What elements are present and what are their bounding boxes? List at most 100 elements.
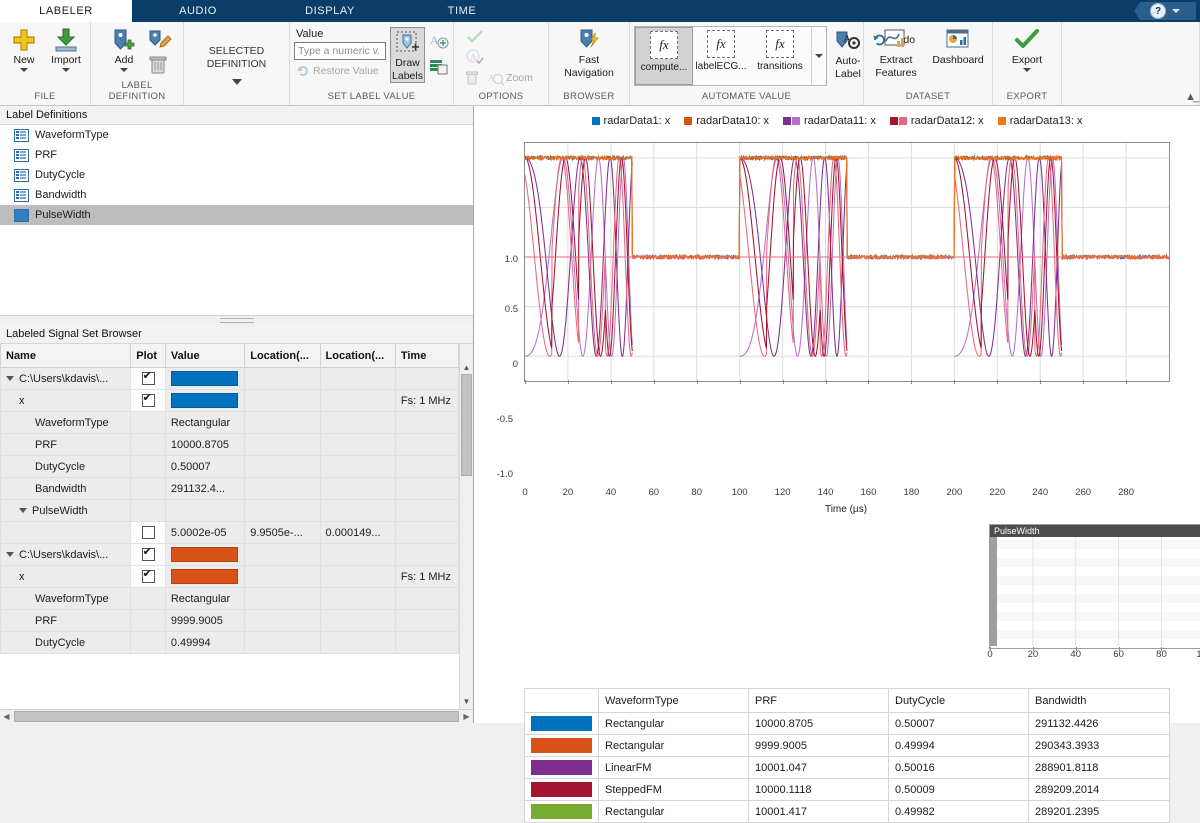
col-name[interactable]: Name [0,344,132,368]
tab-time[interactable]: TIME [396,0,528,22]
scroll-thumb[interactable] [14,711,459,722]
table-row[interactable]: PulseWidth [0,499,459,522]
delete-trash-icon[interactable] [464,70,480,86]
table-row[interactable]: WaveformType Rectangular [0,587,459,610]
browser-horizontal-scrollbar[interactable]: ◀ ▶ [0,709,473,723]
col-time[interactable]: Time [394,344,459,368]
gallery-more-button[interactable] [811,27,826,85]
import-button[interactable]: Import [46,25,86,72]
legend-item-radardata10[interactable]: radarData10: x [684,115,769,127]
plot-checkbox[interactable] [141,546,155,561]
col-plot[interactable]: Plot [130,344,166,368]
check-green-icon[interactable] [466,29,484,45]
row-plot[interactable] [130,565,166,588]
legend-item-radardata13[interactable]: radarData13: x [997,115,1082,127]
scroll-thumb[interactable] [461,374,472,476]
gallery-item-transitions[interactable]: fx transitions [749,27,811,85]
table-row[interactable]: C:\Users\kdavis\... [0,543,459,566]
svg-text:A: A [470,52,477,62]
twisty-icon[interactable] [6,376,14,382]
scroll-left-arrow[interactable]: ◀ [0,712,13,721]
gallery-item-labelecg[interactable]: fx labelECG... [693,27,749,85]
label-stack-icon[interactable] [429,56,449,76]
feature-col-prf[interactable]: PRF [748,688,889,713]
scroll-right-arrow[interactable]: ▶ [460,712,473,721]
row-value [164,499,246,522]
sidebar-item-prf[interactable]: PRF [0,145,473,165]
dashboard-button[interactable]: Dashboard [928,25,988,66]
feature-col-dutycycle[interactable]: DutyCycle [888,688,1029,713]
table-row[interactable]: x Fs: 1 MHz [0,565,459,588]
col-location1[interactable]: Location(... [244,344,321,368]
table-row[interactable]: Rectangular 10000.8705 0.50007 291132.44… [524,712,1170,735]
help-button[interactable]: ? [1134,2,1196,20]
legend-item-radardata12[interactable]: radarData12: x [889,115,984,127]
delete-trash-icon[interactable] [147,55,173,75]
twisty-icon[interactable] [19,508,27,514]
pulsewidth-roi-plot[interactable]: PulseWidth 5.0002e-05 4.9995e-05 5.001e-… [989,524,1200,649]
table-row[interactable]: PRF 10000.8705 [0,433,459,456]
legend-item-radardata1[interactable]: radarData1: x [591,115,670,127]
add-label-definition-button[interactable]: Add [101,25,147,72]
chevron-down-icon[interactable] [1023,68,1031,72]
row-plot[interactable] [130,543,166,566]
label-add-icon[interactable]: A [429,30,449,50]
row-plot[interactable] [130,521,166,544]
table-row[interactable]: WaveformType Rectangular [0,411,459,434]
table-row[interactable]: LinearFM 10001.047 0.50016 288901.8118 [524,756,1170,779]
signal-plot[interactable] [524,142,1170,382]
plot-checkbox[interactable] [141,526,155,539]
sidebar-item-waveformtype[interactable]: WaveformType [0,125,473,145]
table-row[interactable]: x Fs: 1 MHz [0,389,459,412]
plot-checkbox[interactable] [141,370,155,385]
sidebar-item-bandwidth[interactable]: Bandwidth [0,185,473,205]
table-row[interactable]: DutyCycle 0.49994 [0,631,459,654]
twisty-icon[interactable] [6,552,14,558]
row-plot[interactable] [130,367,166,390]
browser-vertical-scrollbar[interactable]: ▲ ▼ [459,344,473,709]
zoom-label-button[interactable]: A Zoom [486,69,535,87]
feature-col-bandwidth[interactable]: Bandwidth [1028,688,1170,713]
scroll-up-arrow[interactable]: ▲ [463,363,471,373]
tab-labeler[interactable]: LABELER [0,0,132,22]
restore-value-button[interactable]: Restore Value [294,63,386,79]
sidebar-item-dutycycle[interactable]: DutyCycle [0,165,473,185]
tab-audio[interactable]: AUDIO [132,0,264,22]
chevron-down-icon[interactable] [120,68,128,72]
table-row[interactable]: PRF 9999.9005 [0,609,459,632]
export-button[interactable]: Export [1002,25,1052,72]
chevron-down-icon[interactable] [20,68,28,72]
legend-item-radardata11[interactable]: radarData11: x [782,115,876,127]
scroll-down-arrow[interactable]: ▼ [463,697,471,709]
value-input[interactable] [294,42,386,60]
col-value[interactable]: Value [164,344,246,368]
feature-col-waveformtype[interactable]: WaveformType [598,688,749,713]
tab-display[interactable]: DISPLAY [264,0,396,22]
plot-checkbox[interactable] [141,568,155,583]
table-row[interactable]: DutyCycle 0.50007 [0,455,459,478]
pane-splitter[interactable] [0,316,473,325]
chevron-down-icon[interactable] [62,68,70,72]
table-row[interactable]: Bandwidth 291132.4... [0,477,459,500]
selected-definition-title[interactable]: SELECTED DEFINITION [207,45,267,71]
label-verify-icon[interactable]: A [466,49,484,65]
chevron-down-icon[interactable] [231,79,242,85]
row-name: PRF [0,433,132,456]
plot-checkbox[interactable] [141,392,155,407]
table-row[interactable]: 5.0002e-05 9.9505e-... 0.000149... [0,521,459,544]
edit-label-tag-icon[interactable] [147,27,173,53]
fast-navigation-button[interactable]: Fast Navigation [555,25,623,79]
gallery-item-compute[interactable]: fx compute... [635,27,693,85]
draw-labels-button[interactable]: Draw Labels [390,27,425,83]
table-row[interactable]: C:\Users\kdavis\... [0,367,459,390]
table-row[interactable]: Rectangular 9999.9005 0.49994 290343.393… [524,734,1170,757]
extract-features-button[interactable]: Extract Features [868,25,924,79]
row-plot[interactable] [130,389,166,412]
table-row[interactable]: SteppedFM 10000.1118 0.50009 289209.2014 [524,778,1170,801]
col-location2[interactable]: Location(... [319,344,396,368]
new-button[interactable]: New [4,25,44,72]
table-row[interactable]: Rectangular 10001.417 0.49982 289201.239… [524,800,1170,823]
ribbon-collapse-icon[interactable]: ▲̲ [1185,91,1196,103]
auto-label-button[interactable]: A Auto- Label [833,26,863,80]
sidebar-item-pulsewidth[interactable]: PulseWidth [0,205,473,225]
